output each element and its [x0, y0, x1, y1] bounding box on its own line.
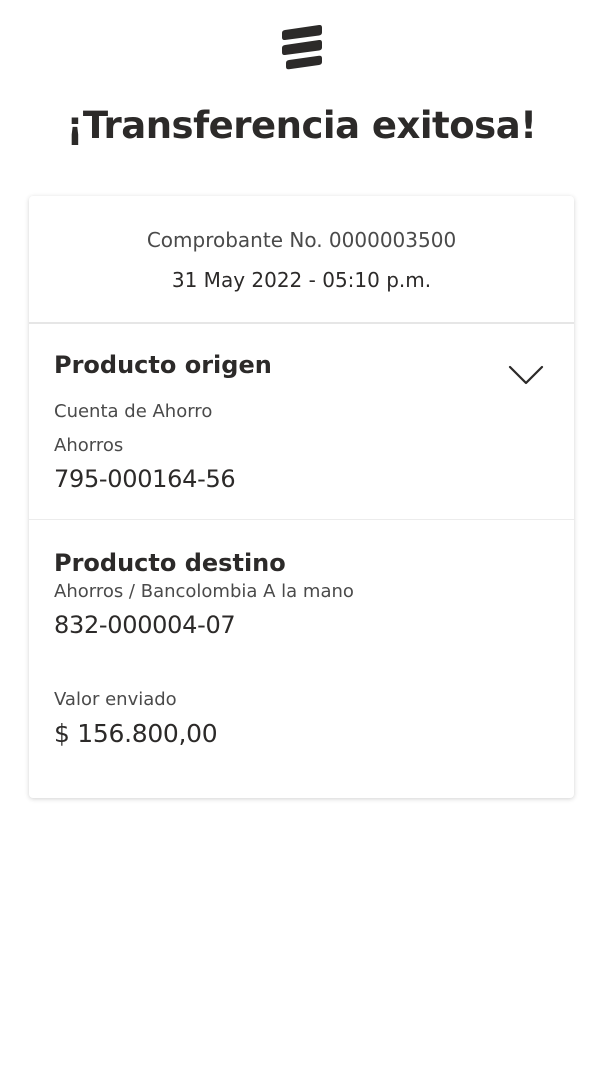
origin-account-subtype: Ahorros: [54, 435, 124, 456]
receipt-datetime: 31 May 2022 - 05:10 p.m.: [171, 268, 432, 292]
destination-account-number: 832-000004-07: [54, 611, 236, 639]
chevron-down-icon[interactable]: [508, 364, 544, 386]
destination-product-title: Producto destino: [54, 549, 286, 577]
amount-value: $ 156.800,00: [54, 719, 218, 748]
origin-product-section: Producto origen Cuenta de Ahorro Ahorros…: [29, 324, 574, 520]
destination-account-desc: Ahorros / Bancolombia A la mano: [54, 581, 354, 602]
origin-account-type: Cuenta de Ahorro: [54, 401, 213, 422]
origin-product-title: Producto origen: [54, 351, 272, 379]
receipt-header: Comprobante No. 0000003500 31 May 2022 -…: [29, 196, 574, 324]
origin-account-number: 795-000164-56: [54, 465, 236, 493]
destination-product-section: Producto destino Ahorros / Bancolombia A…: [29, 520, 574, 750]
receipt-card: Comprobante No. 0000003500 31 May 2022 -…: [29, 196, 574, 798]
amount-label: Valor enviado: [54, 689, 177, 710]
page-title: ¡Transferencia exitosa!: [66, 104, 537, 147]
receipt-number: Comprobante No. 0000003500: [146, 228, 457, 252]
bancolombia-logo-icon: [282, 24, 322, 70]
